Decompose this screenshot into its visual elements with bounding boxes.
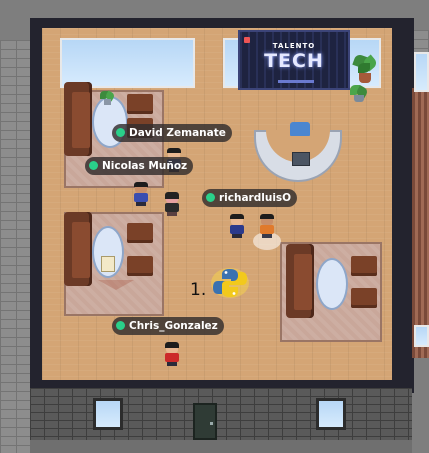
chair-lounge-1a[interactable] [127, 94, 153, 114]
status-online-icon [116, 128, 125, 137]
avatar-chris[interactable] [164, 342, 180, 366]
plant-icon [350, 85, 369, 103]
player-tag-chris[interactable]: Chris_Gonzalez [112, 317, 224, 335]
table-lounge-3[interactable] [316, 258, 348, 310]
poster-line1: TALENTO [272, 42, 316, 50]
window-top-left [60, 38, 195, 88]
window-bottom-right [316, 398, 346, 430]
avatar-player[interactable] [164, 192, 180, 216]
right-room-carpet [412, 88, 429, 358]
document-icon [101, 256, 115, 272]
chair-lounge-3b[interactable] [351, 288, 377, 308]
bottom-wall [30, 388, 412, 440]
window-bottom-left [93, 398, 123, 430]
game-scene: TALENTO TECH 1. David Zemanate Nicolas M… [0, 0, 429, 453]
office-chair [290, 122, 310, 136]
plant-icon [352, 53, 379, 85]
player-tag-nicolas[interactable]: Nicolas Muñoz [85, 157, 194, 175]
sofa-seat-lounge-1 [72, 92, 90, 148]
talento-tech-poster[interactable]: TALENTO TECH [238, 30, 350, 90]
status-online-icon [206, 193, 215, 202]
sofa-seat-lounge-2 [72, 222, 90, 278]
chair-lounge-3a[interactable] [351, 256, 377, 276]
status-online-icon [116, 321, 125, 330]
player-tag-david[interactable]: David Zemanate [112, 124, 232, 142]
player-tag-richard[interactable]: richardluisO [202, 189, 298, 207]
chair-lounge-2a[interactable] [127, 223, 153, 243]
left-outer-wall [0, 40, 30, 453]
poster-line2: TECH [264, 50, 324, 72]
chair-lounge-2b[interactable] [127, 256, 153, 276]
plant-icon [100, 90, 116, 107]
avatar-self[interactable] [259, 214, 275, 238]
door-icon[interactable] [193, 403, 217, 440]
floor-label: 1. [190, 280, 207, 300]
sidewalk [30, 440, 412, 453]
window-right-room-lower [414, 325, 429, 347]
player-name: richardluisO [219, 192, 292, 204]
player-name: Nicolas Muñoz [102, 160, 188, 172]
desk-computer-icon [292, 152, 310, 166]
reception-desk[interactable] [254, 122, 342, 182]
poster-footer-bar [278, 80, 314, 83]
player-name: David Zemanate [129, 127, 226, 139]
python-logo-icon[interactable] [210, 266, 250, 300]
sofa-seat-lounge-3 [294, 254, 312, 310]
window-right-room [414, 52, 429, 92]
status-online-icon [89, 161, 98, 170]
rug-arrow [96, 280, 136, 294]
player-name: Chris_Gonzalez [129, 320, 218, 332]
avatar-richard[interactable] [229, 214, 245, 238]
avatar-player[interactable] [133, 182, 149, 206]
